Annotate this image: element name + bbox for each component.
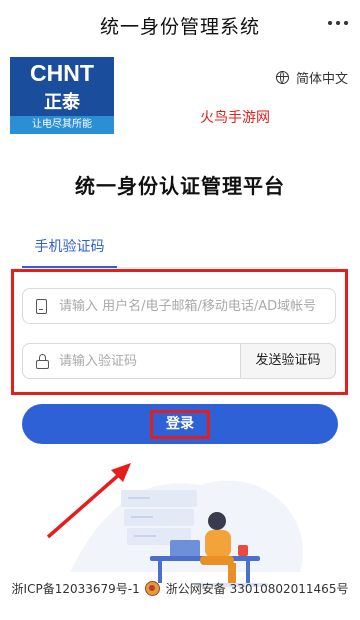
police-record-link[interactable]: 浙公网安备 33010802011465号 [166, 580, 349, 597]
icp-link[interactable]: 浙ICP备12033679号-1 [12, 580, 140, 597]
office-illustration [70, 480, 303, 587]
login-page: 统一身份管理系统 CHNT 正泰 让电尽其所能 简体中文 火鸟手游网 统一身份认… [0, 0, 360, 620]
footer: 浙ICP备12033679号-1 浙公网安备 33010802011465号 [0, 579, 360, 597]
police-badge-icon [144, 580, 160, 596]
illustration-layer [46, 463, 303, 587]
